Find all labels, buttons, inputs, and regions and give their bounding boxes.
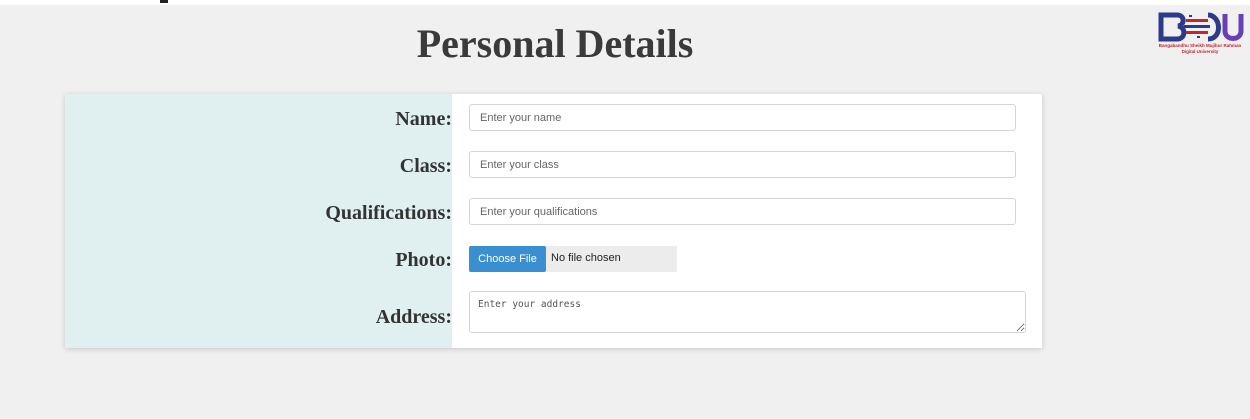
bdu-logo-icon bbox=[1158, 12, 1244, 42]
page-title: Personal Details bbox=[416, 21, 694, 66]
name-input[interactable] bbox=[469, 104, 1016, 131]
choose-file-button[interactable]: Choose File bbox=[469, 246, 546, 272]
personal-details-form: Name: Class: Qualifications: Photo: Choo… bbox=[65, 94, 1042, 348]
university-logo: Bangabandhu Sheikh Mujibur Rahman Digita… bbox=[1155, 10, 1245, 60]
qualifications-label: Qualifications: bbox=[325, 202, 452, 224]
name-label: Name: bbox=[395, 108, 452, 130]
address-textarea[interactable] bbox=[469, 291, 1026, 333]
logo-caption: Bangabandhu Sheikh Mujibur Rahman Digita… bbox=[1158, 43, 1242, 54]
top-border bbox=[0, 0, 1250, 5]
address-label: Address: bbox=[375, 306, 452, 328]
file-status: No file chosen bbox=[551, 252, 621, 264]
photo-file-input[interactable]: Choose File No file chosen bbox=[469, 246, 677, 272]
top-mark bbox=[160, 0, 168, 3]
class-label: Class: bbox=[399, 155, 452, 177]
class-input[interactable] bbox=[469, 151, 1016, 178]
qualifications-input[interactable] bbox=[469, 198, 1016, 225]
photo-label: Photo: bbox=[395, 249, 452, 271]
